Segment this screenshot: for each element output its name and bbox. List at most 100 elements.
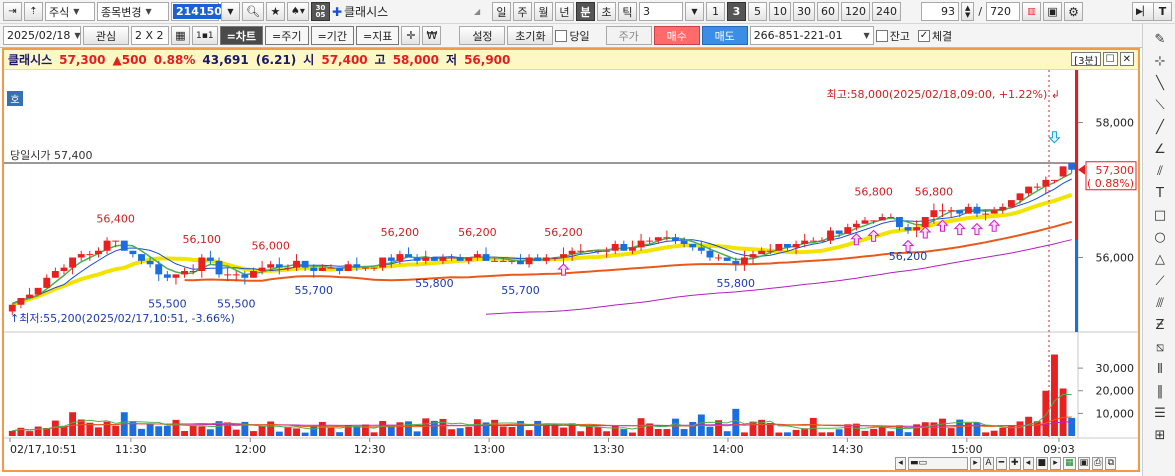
total-count-input[interactable]: 720 [986,2,1021,21]
stock-change-select[interactable]: 종목변경 ▼ [97,2,169,21]
period-second[interactable]: 초 [596,2,616,21]
fan-icon[interactable]: ⟋ [1151,272,1169,290]
interval-1[interactable]: 1 [705,2,725,21]
ray-line-icon[interactable]: ⟍ [1151,96,1169,114]
chart-area[interactable]: 당일시가 57,400 58,000 56,000 56,400 56,100 56,00… [4,70,1138,470]
volume-bar [267,421,275,436]
period-month[interactable]: 월 [533,2,553,21]
interval-select[interactable]: 3 [638,2,683,21]
circle-icon[interactable]: ○ [1151,228,1169,246]
maximize-icon[interactable]: ☐ [1102,52,1118,66]
interval-30[interactable]: 30 [792,2,815,21]
font-a-icon[interactable]: A [983,456,994,470]
grid-lines-icon[interactable]: ⊞ [1151,426,1169,444]
candle-body [508,260,516,262]
parallel-line-icon[interactable]: ⫽ [1151,162,1169,180]
period-year[interactable]: 년 [554,2,574,21]
toolbar-row-2: 2025/02/18 ▼ 관심 2 X 2 ▦ 1▪1 =차트 =주기 =기간 =… [0,24,1175,48]
candle-body [379,257,387,268]
count-stepper[interactable]: ▲ ▼ [960,2,975,21]
interval-10[interactable]: 10 [768,2,791,21]
fibonacci-icon[interactable]: ‖ [1151,382,1169,400]
spade-icon[interactable]: ♠▾ [286,2,309,21]
interval-60[interactable]: 60 [816,2,839,21]
stop-icon[interactable]: ■ [1035,456,1049,470]
triangle-icon[interactable]: △ [1151,250,1169,268]
volume-bar [413,431,421,436]
scroll-left-icon[interactable]: ◂ [895,456,906,470]
account-select[interactable]: 266-851-221-01 ▼ [749,26,874,45]
stock-code-input[interactable]: 214150 [171,2,225,21]
sell-button[interactable]: 매도 [701,26,748,45]
scroll-right-icon[interactable]: ▸ [970,456,981,470]
interval-5[interactable]: 5 [747,2,767,21]
prev-icon[interactable]: ◂ [1022,456,1034,470]
star-icon[interactable]: ★ [265,2,285,21]
period-week[interactable]: 주 [512,2,532,21]
right-panel-icon[interactable]: ▶▏ [1132,2,1154,21]
tab-indicator[interactable]: =지표 [355,26,400,45]
time-label: 12:30 [354,443,386,456]
zigzag-icon[interactable]: Ƶ [1151,316,1169,334]
next-icon[interactable]: ▸ [1050,456,1062,470]
trend-line-icon[interactable]: ╱ [1151,118,1169,136]
window-icon[interactable]: ⧉ [1105,456,1117,470]
excel-icon[interactable]: ▦ [1063,456,1076,470]
bar-lines-icon[interactable]: ☰ [1151,404,1169,422]
grid-table-icon[interactable]: ▦ [171,26,190,45]
close-icon[interactable]: ✕ [1119,52,1134,66]
vertical-lines-icon[interactable]: ⦀ [1151,360,1169,378]
text-tool-icon[interactable]: T [1153,2,1172,21]
zoom-out-icon[interactable]: ━ [996,456,1007,470]
balance-checkbox[interactable]: 잔고 [875,28,910,44]
candle-type-icon[interactable]: ▥ [1022,2,1042,21]
grid-select[interactable]: 2 X 2 [131,26,169,45]
fill-checkbox[interactable]: ✓ 체결 [917,28,952,44]
interval-chevron-icon[interactable]: ▼ [684,2,704,21]
tab-chart[interactable]: =차트 [219,26,264,45]
today-checkbox[interactable]: 당일 [555,28,590,44]
price-button[interactable]: 주가 [605,26,652,45]
channel-icon[interactable]: ⫻ [1151,294,1169,312]
candle-body [86,254,94,256]
save-icon[interactable]: ▣ [1043,2,1063,21]
print-icon[interactable]: ⎙ [1092,456,1104,470]
text-add-icon[interactable]: T [1151,184,1169,202]
pen-icon[interactable]: ✎ [1151,30,1169,48]
tab-range[interactable]: =기간 [310,26,354,45]
code-dropdown-chevron-icon[interactable]: ▼ [221,2,240,21]
period-minute[interactable]: 분 [575,2,595,21]
interval-240[interactable]: 240 [871,2,901,21]
count-input[interactable]: 93 [920,2,959,21]
cross-line-icon[interactable]: ⊹ [1151,52,1169,70]
top-icon[interactable]: ⇡ [24,2,43,21]
interval-120[interactable]: 120 [840,2,870,21]
rectangle-icon[interactable]: □ [1151,206,1169,224]
save-file-icon[interactable]: ▣ [1077,456,1091,470]
pin-icon[interactable]: ⇥ [3,2,22,21]
period-tick[interactable]: 틱 [617,2,637,21]
scroll-track[interactable]: ▬▭ [908,456,968,470]
time-icon[interactable]: 30 05 [310,2,330,21]
interval-3[interactable]: 3 [726,2,746,21]
buy-button[interactable]: 매수 [653,26,700,45]
zoom-in-icon[interactable]: ✚ [1009,456,1021,470]
won-button[interactable]: ₩ [422,26,442,45]
frame-period-button[interactable]: [3분] [1071,52,1101,67]
watch-button[interactable]: 관심 [83,26,129,45]
search-icon[interactable]: 🔍︎ [242,2,264,21]
gear-icon[interactable]: ⚙ [1064,2,1084,21]
one-to-one-button[interactable]: 1▪1 [192,26,218,45]
current-price-label: 57,300 [1096,164,1135,177]
box-diagonal-icon[interactable]: ⧅ [1151,338,1169,356]
tab-period[interactable]: =주기 [265,26,309,45]
diagonal-line-icon[interactable]: ╲ [1151,74,1169,92]
market-type-select[interactable]: 주식 ▼ [45,2,95,21]
angle-line-icon[interactable]: ∠ [1151,140,1169,158]
date-input[interactable]: 2025/02/18 ▼ [3,26,81,45]
reset-button[interactable]: 초기화 [507,26,554,45]
candle-body [611,244,619,251]
crosshair-icon[interactable]: ✛ [401,26,421,45]
period-day[interactable]: 일 [491,2,511,21]
settings-button[interactable]: 설정 [459,26,506,45]
